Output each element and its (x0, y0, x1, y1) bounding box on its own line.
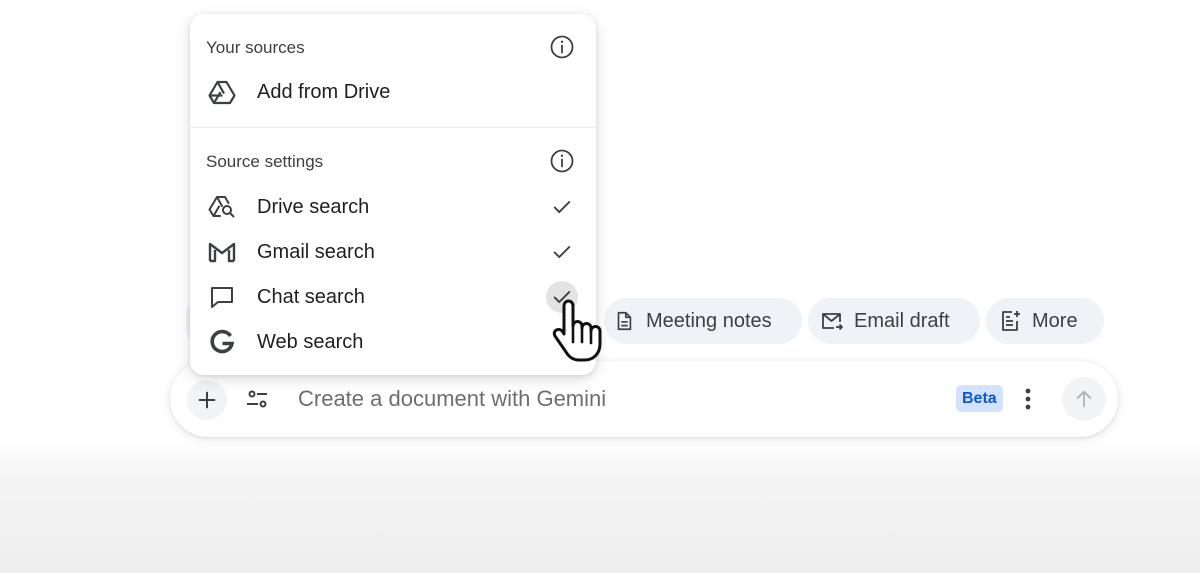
meeting-notes-chip[interactable]: Meeting notes (604, 298, 802, 344)
gmail-search-item[interactable]: Gmail search (190, 230, 596, 274)
email-draft-chip[interactable]: Email draft (808, 298, 980, 344)
tune-icon (247, 390, 267, 408)
web-search-item[interactable]: Web search (190, 320, 596, 364)
page-background (0, 0, 1200, 573)
chat-icon (208, 283, 236, 311)
web-search-label: Web search (257, 330, 364, 353)
drive-search-label: Drive search (257, 195, 370, 218)
more-chip[interactable]: More (986, 298, 1104, 344)
document-add-icon (998, 309, 1022, 333)
chat-search-item[interactable]: Chat search (190, 275, 596, 319)
more-label: More (1032, 309, 1078, 332)
your-sources-header: Your sources (206, 38, 305, 57)
gmail-icon (208, 238, 236, 266)
prompt-input[interactable] (298, 384, 898, 414)
chat-search-label: Chat search (257, 285, 365, 308)
plus-icon (198, 391, 216, 409)
hand-cursor-icon (552, 299, 602, 362)
check-icon (548, 193, 576, 221)
gmail-search-label: Gmail search (257, 240, 375, 263)
info-icon[interactable] (548, 33, 576, 61)
source-settings-button[interactable] (238, 380, 278, 420)
arrow-up-icon (1076, 390, 1092, 408)
more-options-button[interactable] (1012, 382, 1044, 416)
drive-search-item[interactable]: Drive search (190, 185, 596, 229)
more-vert-icon (1025, 388, 1031, 410)
document-icon (612, 309, 636, 333)
sources-menu: Your sources Add from Drive Source setti… (190, 14, 596, 375)
meeting-notes-label: Meeting notes (646, 309, 772, 332)
add-button[interactable] (187, 380, 227, 420)
source-settings-header: Source settings (206, 152, 324, 171)
mail-icon (820, 309, 844, 333)
beta-badge: Beta (956, 385, 1003, 412)
info-icon[interactable] (548, 147, 576, 175)
check-icon (548, 238, 576, 266)
google-icon (208, 328, 236, 356)
add-from-drive-label: Add from Drive (257, 80, 391, 103)
drive-icon (208, 78, 236, 106)
send-button[interactable] (1062, 377, 1106, 421)
email-draft-label: Email draft (854, 309, 950, 332)
add-from-drive-item[interactable]: Add from Drive (190, 70, 596, 114)
menu-divider (190, 127, 596, 128)
drive-search-icon (208, 193, 236, 221)
